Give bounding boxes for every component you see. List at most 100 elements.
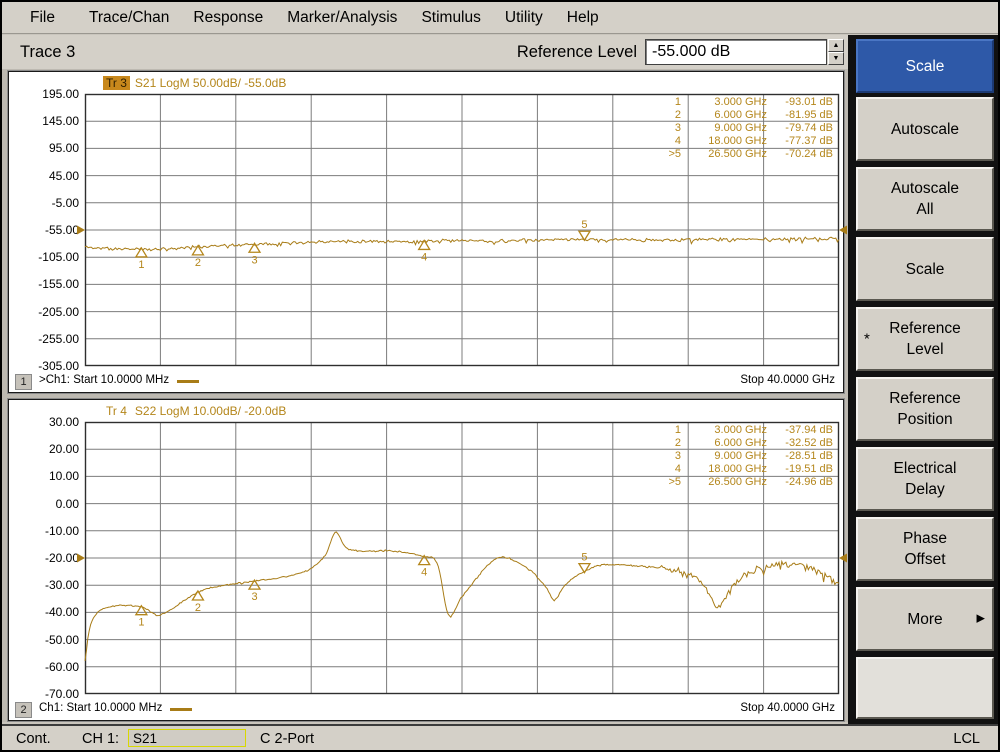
y-axis-tick-label: -60.00	[9, 660, 79, 674]
marker-readout-frequency: 9.000 GHz	[681, 122, 767, 135]
softkey-label: Level	[906, 339, 943, 360]
softkey-electrical-delay[interactable]: ElectricalDelay	[856, 447, 994, 511]
lcl-indicator: LCL	[953, 731, 980, 747]
trace-status-header: Tr 4 S22 LogM 10.00dB/ -20.0dB	[103, 404, 286, 418]
marker-readout-value: -19.51 dB	[767, 463, 833, 476]
trace-color-dash-icon	[177, 380, 199, 383]
marker-readout-row: 418.000 GHz-77.37 dB	[655, 135, 833, 148]
status-bar: Cont. CH 1: S21 C 2-Port LCL	[2, 724, 998, 750]
active-function-asterisk-icon: *	[864, 329, 870, 350]
menu-item-response[interactable]: Response	[181, 9, 275, 27]
y-axis-tick-label: 145.00	[9, 114, 79, 128]
menu-item-utility[interactable]: Utility	[493, 9, 555, 27]
trace-number-badge[interactable]: Tr 3	[103, 76, 130, 90]
marker-readout-frequency: 6.000 GHz	[681, 109, 767, 122]
y-axis-tick-label: -20.00	[9, 551, 79, 565]
marker-readout-frequency: 6.000 GHz	[681, 437, 767, 450]
trace-marker-4[interactable]: 4	[419, 240, 430, 263]
marker-readout-value: -28.51 dB	[767, 450, 833, 463]
softkey-phase-offset[interactable]: PhaseOffset	[856, 517, 994, 581]
plot-panel-s22: Tr 4S22 LogM 10.00dB/ -20.0dB30.0020.001…	[8, 399, 844, 721]
measurement-indicator: S21	[128, 729, 246, 747]
cal-status: C 2-Port	[260, 731, 314, 747]
softkey-label: Autoscale	[891, 178, 959, 199]
marker-number-label: 2	[195, 257, 201, 269]
marker-readout-value: -93.01 dB	[767, 96, 833, 109]
marker-readout-value: -37.94 dB	[767, 424, 833, 437]
softkey-label: Offset	[904, 549, 945, 570]
y-axis-tick-label: -255.00	[9, 332, 79, 346]
softkey-label: Scale	[906, 259, 945, 280]
vna-window: FileTrace/ChanResponseMarker/AnalysisSti…	[0, 0, 1000, 752]
menu-item-trace-chan[interactable]: Trace/Chan	[77, 9, 181, 27]
marker-readout-value: -24.96 dB	[767, 476, 833, 489]
plot-panel-s21: Tr 3S21 LogM 50.00dB/ -55.0dB195.00145.0…	[8, 71, 844, 393]
marker-number-label: 5	[581, 219, 587, 231]
softkey-autoscale-all[interactable]: AutoscaleAll	[856, 167, 994, 231]
reference-level-entry: Reference Level ▲ ▼	[517, 35, 844, 69]
title-bar: Trace 3 Reference Level ▲ ▼	[2, 35, 848, 69]
trace-marker-1[interactable]: 1	[136, 248, 147, 271]
y-axis-tick-label: 45.00	[9, 169, 79, 183]
marker-readout-value: -77.37 dB	[767, 135, 833, 148]
marker-number-label: 3	[251, 254, 257, 266]
marker-readout-frequency: 9.000 GHz	[681, 450, 767, 463]
sweep-range-footer: 2Ch1: Start 10.0000 MHzStop 40.0000 GHz	[9, 701, 843, 718]
trace-status-header: Tr 3S21 LogM 50.00dB/ -55.0dB	[103, 76, 286, 90]
marker-number-label: 3	[251, 591, 257, 603]
softkey-more[interactable]: More▶	[856, 587, 994, 651]
marker-number-label: 4	[421, 251, 427, 263]
softkey-label: Scale	[906, 56, 945, 77]
marker-readout-row: 26.000 GHz-32.52 dB	[655, 437, 833, 450]
menu-item-file[interactable]: File	[18, 9, 77, 27]
trace-marker-4[interactable]: 4	[419, 556, 430, 579]
marker-readout-number: >5	[655, 148, 681, 161]
marker-readout-row: 418.000 GHz-19.51 dB	[655, 463, 833, 476]
y-axis-tick-label: -305.00	[9, 359, 79, 373]
marker-number-label: 2	[195, 602, 201, 614]
channel-status-label: CH 1:	[82, 731, 119, 747]
sweep-start-label: >Ch1: Start 10.0000 MHz	[39, 374, 169, 386]
marker-readout-row: 39.000 GHz-28.51 dB	[655, 450, 833, 463]
reference-level-input[interactable]	[645, 39, 827, 65]
y-axis-tick-label: -30.00	[9, 578, 79, 592]
softkey-scale[interactable]: Scale	[856, 237, 994, 301]
marker-number-label: 5	[581, 552, 587, 564]
trace-marker-1[interactable]: 1	[136, 606, 147, 629]
softkey-autoscale[interactable]: Autoscale	[856, 97, 994, 161]
y-axis-tick-label: -105.00	[9, 250, 79, 264]
reference-level-spinner: ▲ ▼	[828, 39, 844, 65]
channel-number-badge: 2	[15, 702, 32, 718]
sweep-mode-status: Cont.	[16, 731, 51, 747]
marker-readout-row: >526.500 GHz-24.96 dB	[655, 476, 833, 489]
trace-number-badge[interactable]: Tr 4	[103, 404, 130, 418]
y-axis-tick-label: 0.00	[9, 497, 79, 511]
menu-item-stimulus[interactable]: Stimulus	[409, 9, 492, 27]
softkey-reference-level[interactable]: ReferenceLevel*	[856, 307, 994, 371]
ref-level-arrow-left	[77, 226, 85, 235]
y-axis-tick-label: 20.00	[9, 442, 79, 456]
menu-item-marker-analysis[interactable]: Marker/Analysis	[275, 9, 409, 27]
marker-readout-frequency: 18.000 GHz	[681, 135, 767, 148]
softkey-scale[interactable]: Scale	[856, 39, 994, 93]
marker-readout-row: 13.000 GHz-93.01 dB	[655, 96, 833, 109]
menu-item-help[interactable]: Help	[555, 9, 611, 27]
vna-screen: FileTrace/ChanResponseMarker/AnalysisSti…	[2, 2, 998, 750]
menu-bar: FileTrace/ChanResponseMarker/AnalysisSti…	[2, 2, 998, 34]
trace-color-dash-icon	[170, 708, 192, 711]
y-axis-tick-label: 30.00	[9, 415, 79, 429]
marker-readout-number: 4	[655, 135, 681, 148]
trace-marker-3[interactable]: 3	[249, 243, 260, 266]
trace-format-label: S22 LogM 10.00dB/ -20.0dB	[135, 404, 286, 418]
spin-up-button[interactable]: ▲	[828, 39, 844, 52]
softkey-blank	[856, 657, 994, 719]
softkey-reference-position[interactable]: ReferencePosition	[856, 377, 994, 441]
spin-down-button[interactable]: ▼	[828, 52, 844, 65]
trace-marker-3[interactable]: 3	[249, 580, 260, 603]
marker-readout-number: 4	[655, 463, 681, 476]
reference-level-label: Reference Level	[517, 43, 637, 62]
marker-triangle-icon	[136, 248, 147, 257]
marker-triangle-icon	[419, 240, 430, 249]
softkey-label: More	[907, 609, 942, 630]
marker-readout-frequency: 18.000 GHz	[681, 463, 767, 476]
